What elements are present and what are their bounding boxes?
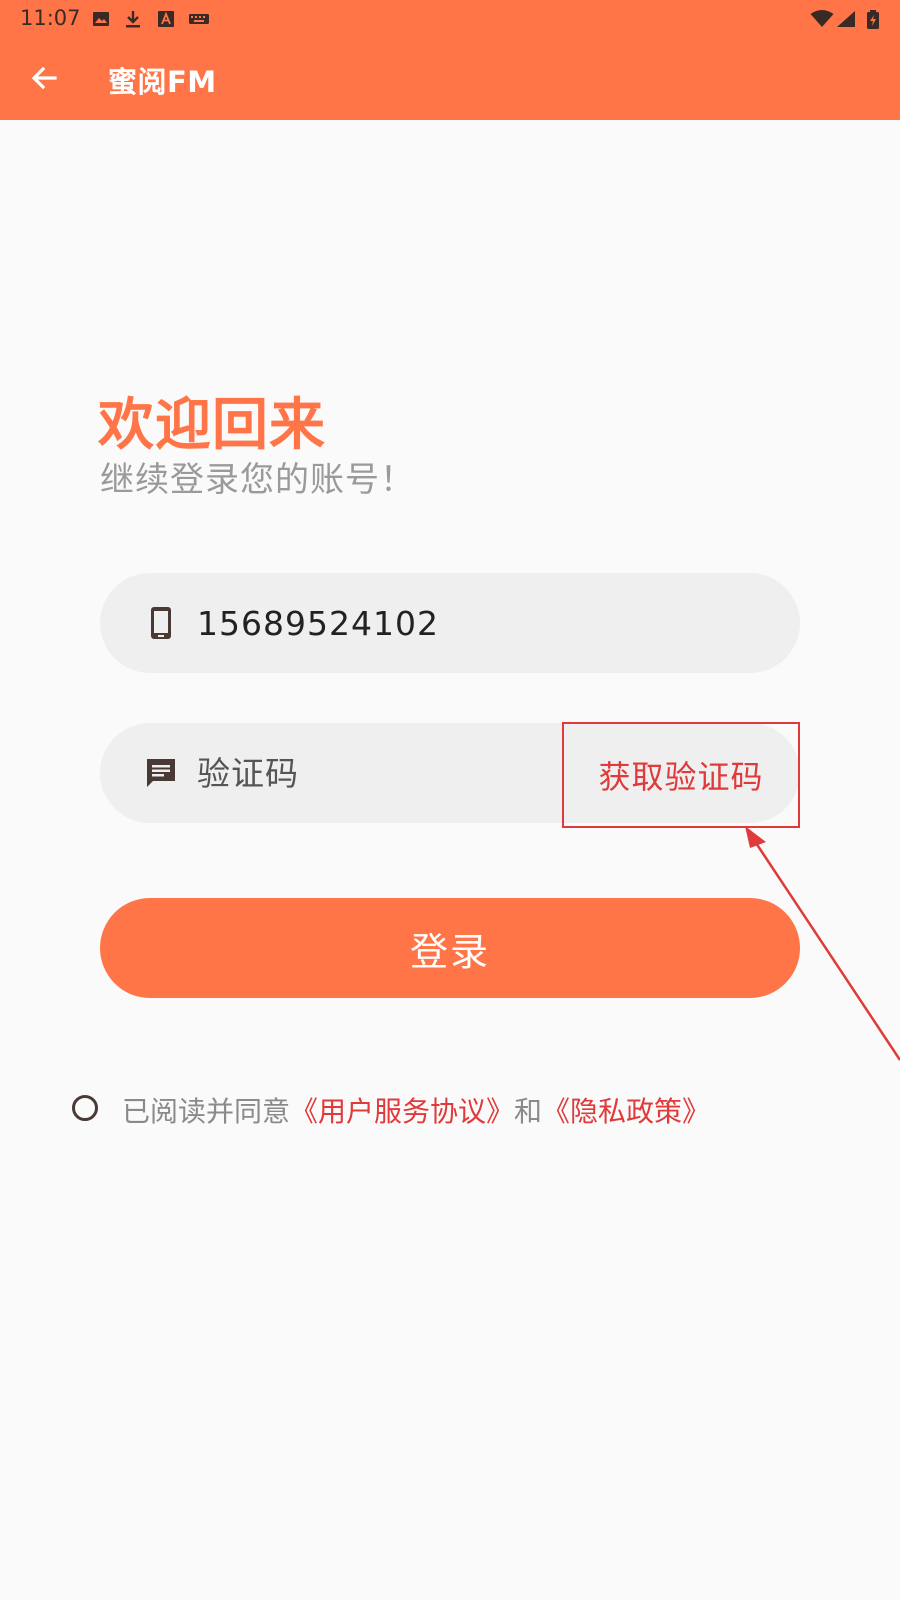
smartphone-icon [144, 606, 178, 640]
get-code-label: 获取验证码 [598, 758, 764, 796]
app-bar: 蜜阅FM [0, 40, 900, 120]
image-icon [92, 10, 110, 28]
verification-code-field: 获取验证码 [100, 722, 800, 828]
font-a-icon [157, 10, 175, 28]
login-button[interactable]: 登录 [100, 898, 800, 998]
arrow-left-icon [30, 64, 58, 96]
wifi-icon [810, 10, 834, 28]
phone-input[interactable] [197, 597, 557, 649]
verification-code-input[interactable] [197, 747, 557, 799]
signal-icon [836, 10, 856, 28]
back-button[interactable] [22, 58, 66, 102]
app-title: 蜜阅FM [108, 65, 217, 99]
login-label: 登录 [409, 929, 490, 974]
status-bar: 11:07 [0, 0, 900, 40]
agreement-prefix: 已阅读并同意 [122, 1095, 291, 1128]
get-code-button[interactable]: 获取验证码 [562, 722, 800, 828]
terms-link[interactable]: 《用户服务协议》 [290, 1095, 514, 1128]
download-icon [124, 10, 142, 28]
welcome-title: 欢迎回来 [98, 393, 326, 458]
welcome-subtitle: 继续登录您的账号！ [100, 460, 415, 500]
agreement-radio[interactable] [72, 1095, 98, 1121]
battery-charging-icon [866, 10, 880, 29]
keyboard-icon [188, 10, 210, 28]
status-time: 11:07 [20, 6, 81, 30]
agreement-conjunction: 和 [514, 1095, 543, 1128]
phone-field [100, 573, 800, 673]
agreement-text: 已阅读并同意《用户服务协议》和《隐私政策》 [122, 1090, 710, 1130]
message-icon [144, 756, 178, 790]
privacy-link[interactable]: 《隐私政策》 [542, 1095, 710, 1128]
